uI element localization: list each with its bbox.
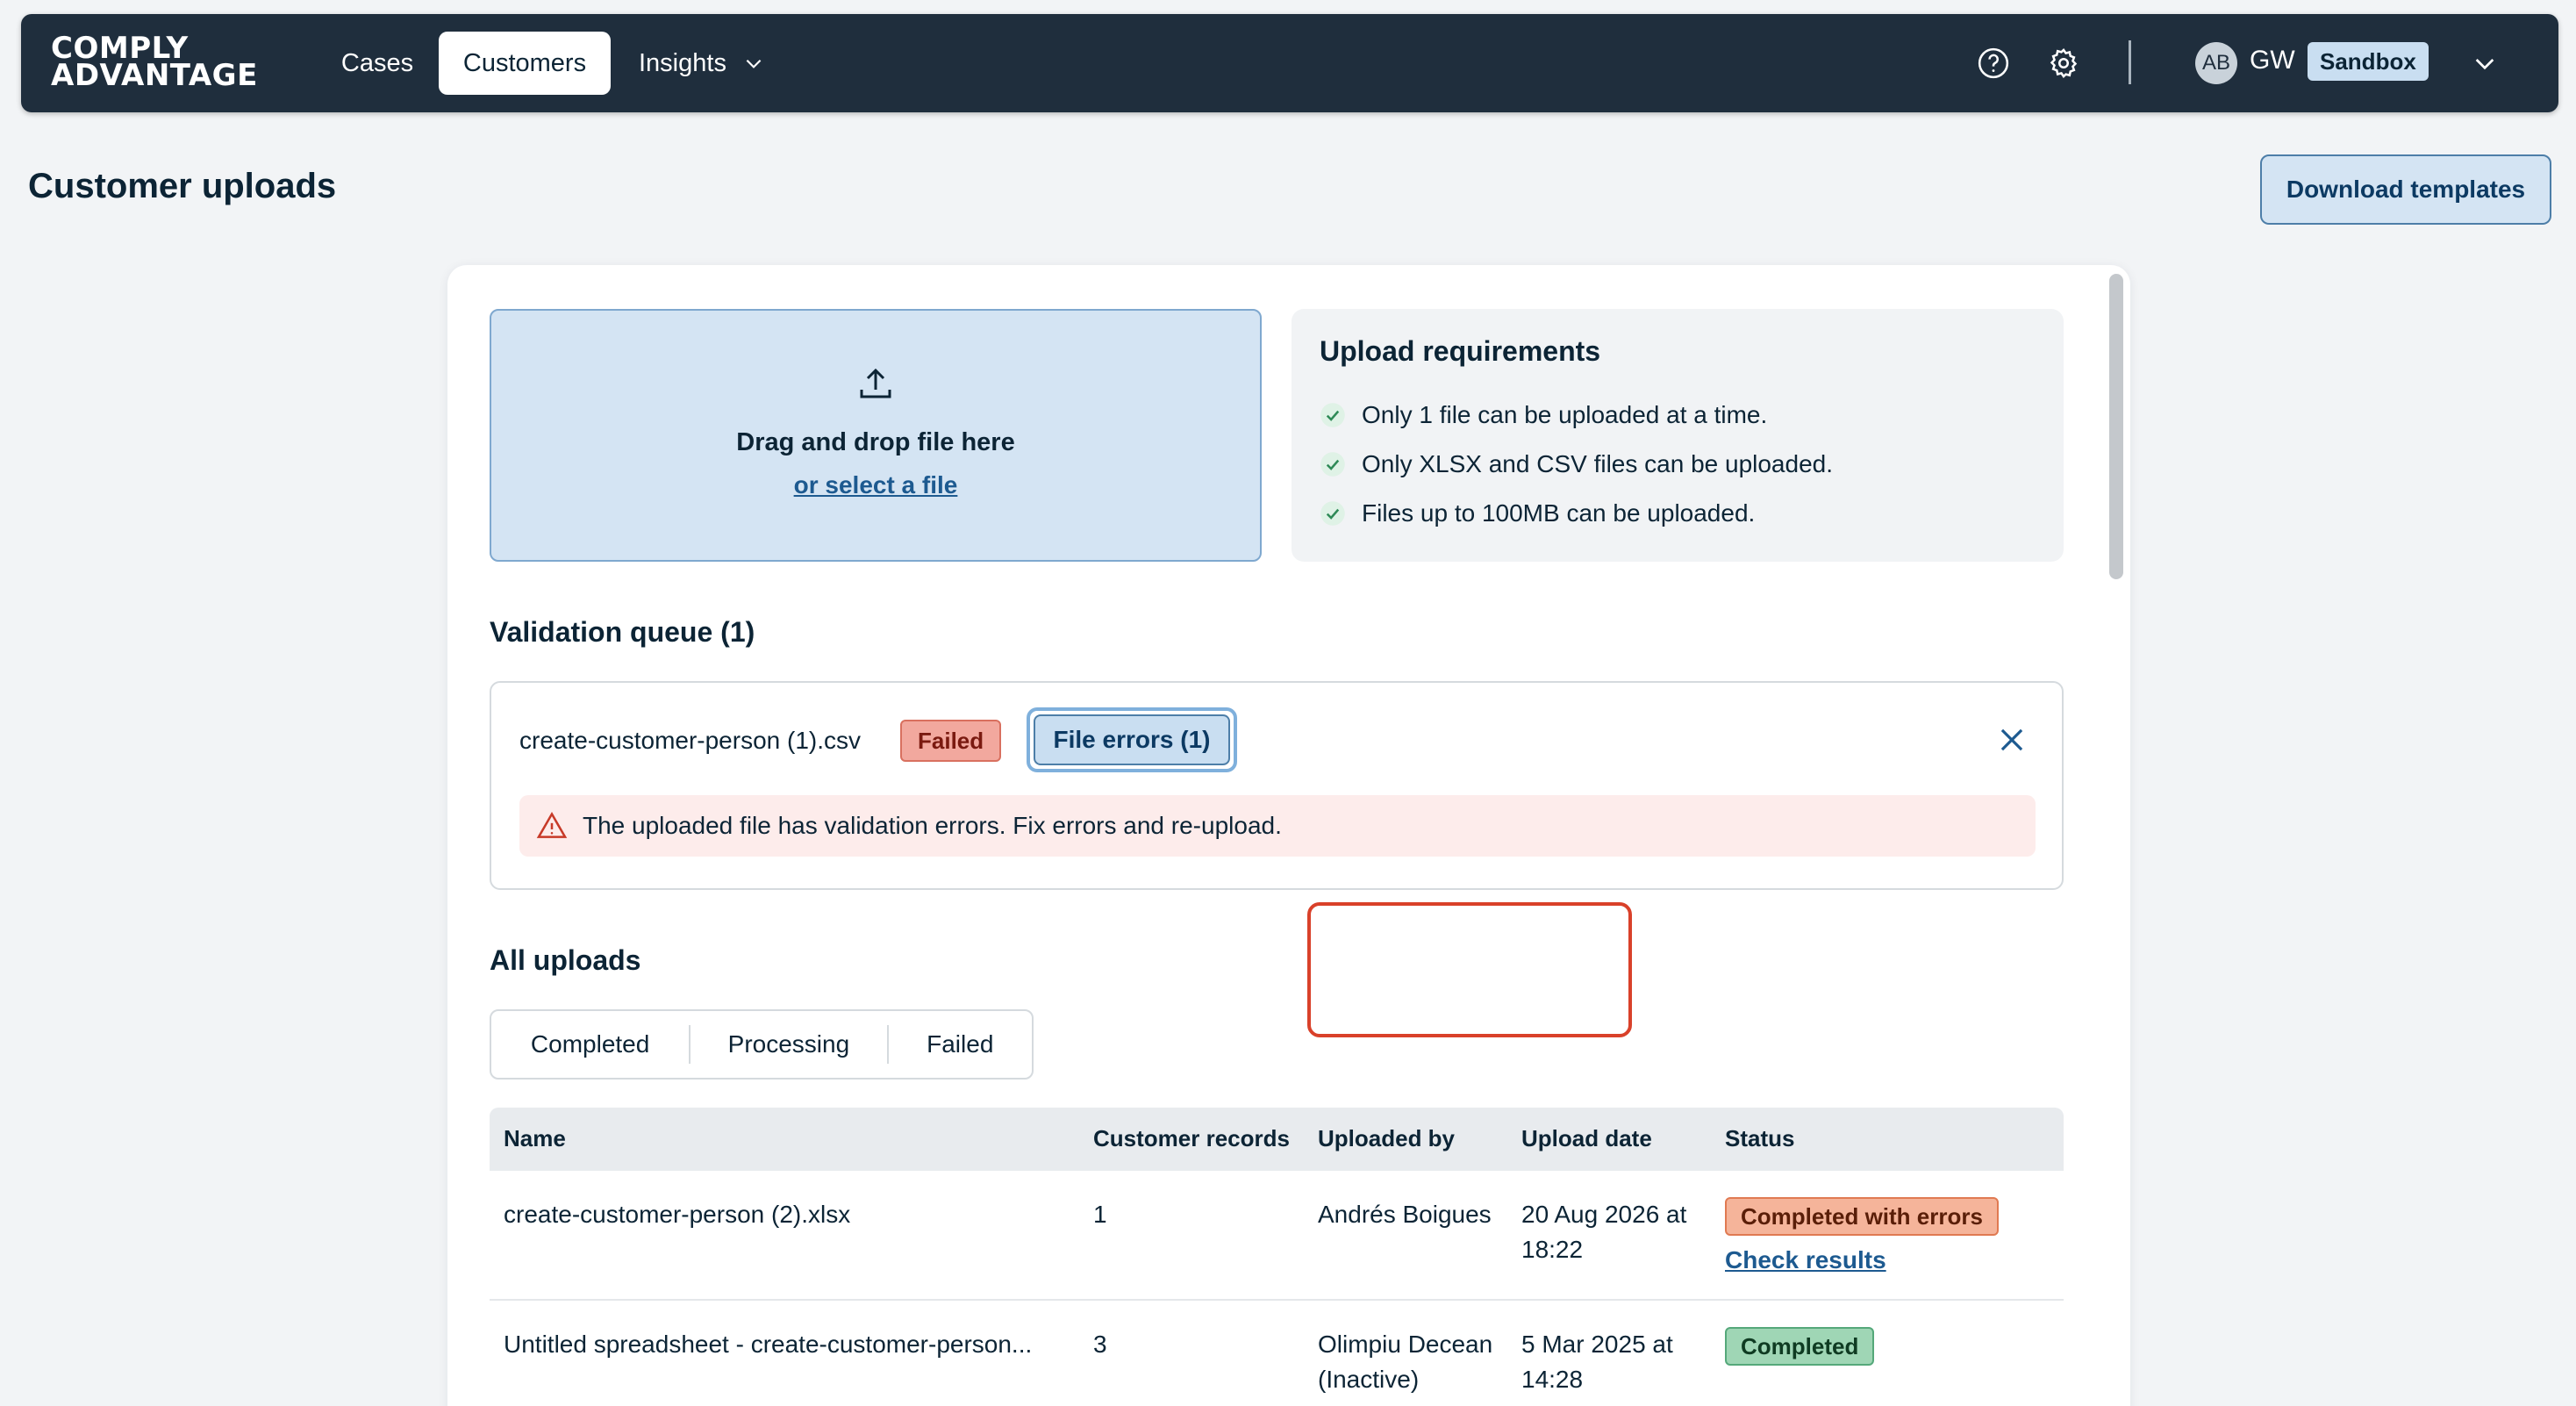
nav-cases[interactable]: Cases xyxy=(325,32,430,95)
settings-button[interactable] xyxy=(2044,44,2083,82)
tab-completed[interactable]: Completed xyxy=(491,1025,691,1064)
environment-badge: Sandbox xyxy=(2308,42,2429,81)
upload-requirements: Upload requirements Only 1 file can be u… xyxy=(1292,309,2064,562)
requirement-text: Only XLSX and CSV files can be uploaded. xyxy=(1362,450,1834,477)
cell-upload-date: 20 Aug 2026 at 18:22 xyxy=(1521,1201,1687,1263)
validation-error-banner: The uploaded file has validation errors.… xyxy=(519,795,2036,857)
page-title: Customer uploads xyxy=(28,167,337,205)
file-errors-button[interactable]: File errors (1) xyxy=(1027,707,1237,772)
gear-icon xyxy=(2050,48,2078,78)
scrollbar-thumb[interactable] xyxy=(2109,274,2123,579)
requirement-item: Files up to 100MB can be uploaded. xyxy=(1320,489,2036,538)
cell-status: Completed with errors Check results xyxy=(1725,1197,1999,1278)
chevron-down-icon xyxy=(746,59,762,68)
select-file-link[interactable]: or select a file xyxy=(794,471,958,499)
check-results-link[interactable]: Check results xyxy=(1725,1243,1999,1278)
close-icon[interactable] xyxy=(1995,723,2029,757)
avatar[interactable]: AB xyxy=(2195,42,2237,84)
column-header-uploaded-by[interactable]: Uploaded by xyxy=(1318,1125,1455,1152)
cell-uploaded-by: Olimpiu Decean (Inactive) xyxy=(1318,1331,1493,1393)
nav-divider xyxy=(2129,40,2131,84)
download-templates-button[interactable]: Download templates xyxy=(2260,154,2551,225)
column-header-upload-date[interactable]: Upload date xyxy=(1521,1125,1652,1152)
queue-file-name: create-customer-person (1).csv xyxy=(519,727,862,754)
nav-insights[interactable]: Insights xyxy=(639,32,797,95)
column-header-status[interactable]: Status xyxy=(1725,1125,1794,1152)
nav-customers[interactable]: Customers xyxy=(439,32,611,95)
uploads-card: Drag and drop file here or select a file… xyxy=(447,265,2130,1406)
requirement-item: Only 1 file can be uploaded at a time. xyxy=(1320,391,2036,440)
cell-uploaded-by: Andrés Boigues xyxy=(1318,1201,1492,1228)
requirement-item: Only XLSX and CSV files can be uploaded. xyxy=(1320,440,2036,489)
requirements-title: Upload requirements xyxy=(1320,335,1601,367)
cell-records: 1 xyxy=(1093,1201,1107,1228)
dropzone-title: Drag and drop file here xyxy=(736,428,1015,456)
user-initials[interactable]: GW xyxy=(2250,46,2295,75)
table-row[interactable]: Untitled spreadsheet - create-customer-p… xyxy=(490,1301,2064,1406)
status-badge-failed: Failed xyxy=(900,720,1002,762)
table-header: Name Customer records Uploaded by Upload… xyxy=(490,1108,2064,1171)
file-dropzone[interactable]: Drag and drop file here or select a file xyxy=(490,309,1262,562)
nav-insights-label: Insights xyxy=(639,48,726,77)
status-badge-completed: Completed xyxy=(1725,1327,1875,1366)
error-message: The uploaded file has validation errors.… xyxy=(583,812,1282,839)
check-icon xyxy=(1320,403,1345,427)
all-uploads-title: All uploads xyxy=(490,944,641,976)
file-errors-label: File errors (1) xyxy=(1034,714,1230,765)
status-badge-completed-with-errors: Completed with errors xyxy=(1725,1197,1999,1236)
validation-queue-title: Validation queue (1) xyxy=(490,616,755,648)
table-row[interactable]: create-customer-person (2).xlsx 1 Andrés… xyxy=(490,1171,2064,1301)
cell-name: create-customer-person (2).xlsx xyxy=(504,1201,851,1228)
comply-advantage-logo[interactable]: COMPLY ADVANTAGE xyxy=(51,33,258,93)
logo-line-2: ADVANTAGE xyxy=(51,58,258,93)
check-icon xyxy=(1320,452,1345,477)
uploads-filter-tabs: Completed Processing Failed xyxy=(490,1009,1034,1080)
cell-status: Completed xyxy=(1725,1327,1875,1366)
account-menu-chevron-icon[interactable] xyxy=(2471,49,2499,77)
uploads-table: Name Customer records Uploaded by Upload… xyxy=(490,1108,2064,1406)
warning-triangle-icon xyxy=(536,812,568,838)
requirement-text: Files up to 100MB can be uploaded. xyxy=(1362,499,1756,527)
cell-upload-date: 5 Mar 2025 at 14:28 xyxy=(1521,1331,1673,1393)
question-circle-icon xyxy=(1978,47,2009,79)
tab-failed[interactable]: Failed xyxy=(889,1025,1032,1064)
upload-icon xyxy=(860,368,891,398)
requirement-text: Only 1 file can be uploaded at a time. xyxy=(1362,401,1768,428)
column-header-records[interactable]: Customer records xyxy=(1093,1125,1290,1152)
cell-name: Untitled spreadsheet - create-customer-p… xyxy=(504,1331,1033,1358)
column-header-name[interactable]: Name xyxy=(504,1125,566,1152)
validation-queue-item: create-customer-person (1).csv Failed Fi… xyxy=(490,681,2064,890)
cell-records: 3 xyxy=(1093,1331,1107,1358)
help-button[interactable] xyxy=(1974,44,2013,82)
check-icon xyxy=(1320,501,1345,526)
top-navbar: COMPLY ADVANTAGE Cases Customers Insight… xyxy=(21,14,2558,112)
tab-processing[interactable]: Processing xyxy=(691,1025,889,1064)
